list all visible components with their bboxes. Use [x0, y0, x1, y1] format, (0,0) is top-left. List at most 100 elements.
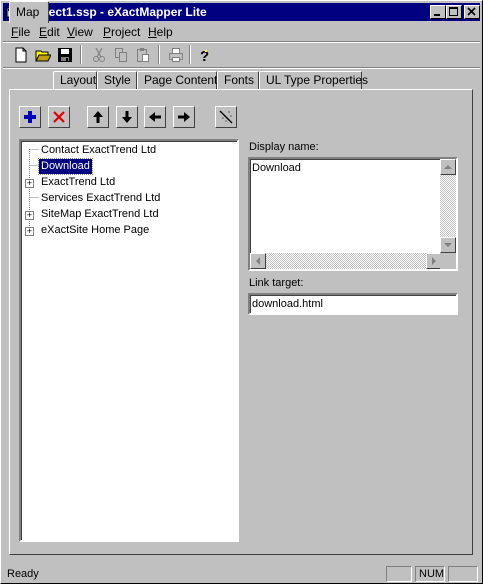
help-button[interactable]: ? [193, 44, 214, 65]
expand-icon[interactable]: + [25, 227, 34, 236]
menu-edit[interactable]: Edit [39, 25, 60, 39]
minimize-button[interactable] [430, 5, 446, 19]
print-icon [168, 47, 183, 62]
minimize-icon [434, 14, 440, 16]
mnemonic: P [103, 25, 112, 39]
horizontal-scrollbar[interactable] [250, 253, 442, 269]
arrow-up-icon [444, 165, 452, 169]
move-down-button[interactable] [116, 106, 138, 128]
move-left-button[interactable] [144, 106, 166, 128]
display-name-label: Display name: [249, 141, 319, 153]
print-button[interactable] [165, 44, 186, 65]
mnemonic: H [148, 25, 157, 39]
tab-fonts[interactable]: Fonts [217, 71, 259, 89]
wand-icon [219, 110, 233, 124]
link-target-value[interactable]: download.html [252, 298, 323, 310]
tree-item-label: ExactTrend Ltd [41, 176, 116, 188]
tree-item-selected[interactable]: Download [38, 158, 93, 175]
move-left-icon [149, 112, 161, 122]
window-title: project1.ssp - eXactMapper Lite [26, 5, 207, 19]
menu-bar: File Edit View Project Help [3, 22, 480, 40]
tab-label: Layout [60, 73, 97, 87]
tree-item[interactable]: ExactTrend Ltd [41, 175, 115, 190]
tab-label: Page Content [144, 73, 218, 87]
main-window: project1.ssp - eXactMapper Lite File Edi… [0, 0, 483, 584]
menu-view[interactable]: View [67, 25, 93, 39]
status-pane-caps [386, 566, 412, 582]
tree-item-label: Contact ExactTrend Ltd [41, 144, 157, 156]
tree-item[interactable]: SiteMap ExactTrend Ltd [41, 207, 159, 222]
move-right-icon [178, 112, 190, 122]
new-button[interactable] [10, 44, 31, 65]
tab-page-content[interactable]: Page Content [137, 71, 217, 89]
cut-icon [92, 47, 105, 62]
scroll-down-button[interactable] [440, 237, 456, 253]
scroll-up-button[interactable] [440, 159, 456, 175]
close-icon [467, 7, 476, 16]
tab-label: Style [104, 73, 131, 87]
maximize-button[interactable] [446, 5, 462, 19]
status-text: Ready [7, 568, 39, 580]
svg-text:?: ? [200, 48, 209, 63]
scroll-corner [440, 253, 456, 269]
title-bar[interactable]: project1.ssp - eXactMapper Lite [3, 3, 480, 21]
open-button[interactable] [32, 44, 53, 65]
move-up-icon [93, 111, 103, 123]
link-target-label: Link target: [249, 277, 304, 289]
add-button[interactable] [19, 106, 41, 128]
expand-icon[interactable]: + [25, 211, 34, 220]
move-up-button[interactable] [87, 106, 109, 128]
tree-item-label: SiteMap ExactTrend Ltd [41, 208, 159, 220]
toolbar-separator [158, 45, 160, 64]
mnemonic: F [11, 25, 19, 39]
move-right-button[interactable] [173, 106, 195, 128]
close-button[interactable] [464, 5, 480, 19]
link-target-field[interactable]: download.html [248, 293, 458, 315]
status-pane-scroll [448, 566, 478, 582]
maximize-icon [449, 7, 458, 16]
paste-icon [136, 47, 149, 62]
arrow-down-icon [444, 243, 452, 247]
site-map-tree[interactable]: Contact ExactTrend Ltd Download + ExactT… [19, 139, 239, 542]
save-button[interactable] [54, 44, 75, 65]
tree-item[interactable]: Services ExactTrend Ltd [41, 191, 160, 206]
save-icon [57, 47, 72, 62]
expand-icon[interactable]: + [25, 179, 34, 188]
tree-item[interactable]: Contact ExactTrend Ltd [41, 143, 156, 158]
display-name-value[interactable]: Download [252, 162, 301, 174]
menu-help[interactable]: Help [148, 25, 173, 39]
display-name-field[interactable]: Download [248, 157, 458, 271]
help-icon: ? [200, 48, 209, 63]
tab-ul-type-properties[interactable]: UL Type Properties [259, 71, 368, 89]
mnemonic: V [67, 25, 75, 39]
delete-button[interactable] [48, 106, 70, 128]
copy-icon [114, 47, 127, 62]
tree-item-label: Services ExactTrend Ltd [41, 192, 161, 204]
toolbar: ? [3, 43, 480, 67]
wand-button[interactable] [215, 106, 237, 128]
tab-layout[interactable]: Layout [53, 71, 97, 89]
tree-item-label: eXactSite Home Page [41, 224, 150, 236]
status-bar: Ready NUM [3, 564, 480, 583]
toolbar-separator [189, 45, 191, 64]
copy-button[interactable] [110, 44, 131, 65]
scroll-left-button[interactable] [250, 253, 266, 269]
menu-file[interactable]: File [11, 25, 30, 39]
menu-project[interactable]: Project [103, 25, 140, 39]
tree-item-label: Download [41, 160, 90, 172]
tab-label: Map [16, 5, 40, 19]
tab-map[interactable]: Map [9, 1, 49, 23]
tab-style[interactable]: Style [97, 71, 137, 89]
move-down-icon [122, 111, 132, 123]
cut-button[interactable] [88, 44, 109, 65]
delete-icon [53, 111, 65, 123]
tree-item[interactable]: eXactSite Home Page [41, 223, 149, 238]
toolbar-divider [3, 67, 480, 69]
paste-button[interactable] [132, 44, 153, 65]
arrow-left-icon [256, 257, 260, 265]
open-folder-icon [34, 50, 51, 61]
num-lock-indicator: NUM [419, 568, 445, 580]
toolbar-separator [80, 45, 82, 64]
mnemonic: E [39, 25, 48, 39]
status-pane-num: NUM [415, 566, 445, 582]
